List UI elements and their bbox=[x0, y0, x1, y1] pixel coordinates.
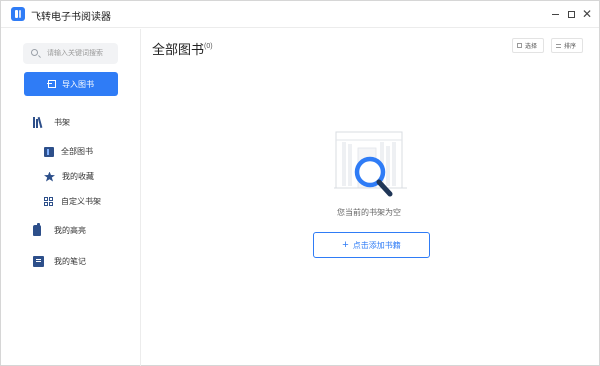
import-books-button[interactable]: 导入图书 bbox=[24, 72, 118, 96]
highlight-icon bbox=[33, 223, 41, 236]
search-input[interactable] bbox=[47, 45, 115, 62]
minimize-icon bbox=[551, 13, 559, 15]
sidebar-item-favorites[interactable]: 我的收藏 bbox=[44, 171, 94, 182]
bookshelf-icon bbox=[33, 116, 44, 129]
app-logo-icon bbox=[11, 7, 25, 21]
app-window: 飞转电子书阅读器 ✕ 导入图书 书架 全部图书 bbox=[0, 0, 600, 366]
page-title: 全部图书 bbox=[152, 42, 205, 57]
note-icon bbox=[33, 256, 44, 267]
grid-icon bbox=[44, 196, 54, 207]
plus-icon: + bbox=[342, 239, 349, 251]
all-books-icon bbox=[44, 146, 54, 157]
book-count: (0) bbox=[204, 43, 213, 50]
star-icon bbox=[44, 171, 55, 182]
select-label: 选择 bbox=[525, 44, 538, 50]
close-button[interactable]: ✕ bbox=[580, 6, 594, 22]
add-book-label: 点击添加书籍 bbox=[352, 240, 401, 250]
sidebar-item-label: 我的高亮 bbox=[54, 226, 86, 235]
import-icon bbox=[47, 80, 56, 88]
title-bar: 飞转电子书阅读器 ✕ bbox=[1, 1, 599, 28]
sort-icon bbox=[556, 43, 561, 48]
sidebar-item-notes[interactable]: 我的笔记 bbox=[33, 256, 86, 267]
sidebar-item-label: 我的收藏 bbox=[62, 172, 94, 181]
select-button[interactable]: 选择 bbox=[512, 38, 544, 53]
sidebar-item-highlights[interactable]: 我的高亮 bbox=[33, 223, 86, 236]
sidebar-item-bookshelf[interactable]: 书架 bbox=[33, 116, 70, 129]
sort-label: 排序 bbox=[564, 44, 577, 50]
sidebar-item-label: 我的笔记 bbox=[54, 257, 86, 266]
add-book-button[interactable]: + 点击添加书籍 bbox=[313, 232, 430, 258]
empty-shelf-illustration bbox=[334, 131, 407, 197]
sidebar-item-all-books[interactable]: 全部图书 bbox=[44, 146, 93, 157]
sort-button[interactable]: 排序 bbox=[551, 38, 583, 53]
maximize-icon bbox=[567, 10, 575, 18]
minimize-button[interactable] bbox=[548, 6, 562, 22]
search-box[interactable] bbox=[23, 43, 118, 64]
sidebar-item-custom-shelf[interactable]: 自定义书架 bbox=[44, 196, 101, 207]
sidebar-item-label: 书架 bbox=[54, 118, 70, 127]
empty-state-message: 您当前的书架为空 bbox=[337, 208, 401, 217]
app-title: 飞转电子书阅读器 bbox=[31, 12, 111, 23]
maximize-button[interactable] bbox=[564, 6, 578, 22]
sidebar: 导入图书 书架 全部图书 我的收藏 bbox=[1, 29, 141, 366]
import-books-label: 导入图书 bbox=[62, 79, 94, 89]
search-icon bbox=[31, 49, 38, 56]
sidebar-item-label: 自定义书架 bbox=[61, 197, 101, 206]
sidebar-item-label: 全部图书 bbox=[61, 147, 93, 156]
select-icon bbox=[517, 43, 522, 48]
